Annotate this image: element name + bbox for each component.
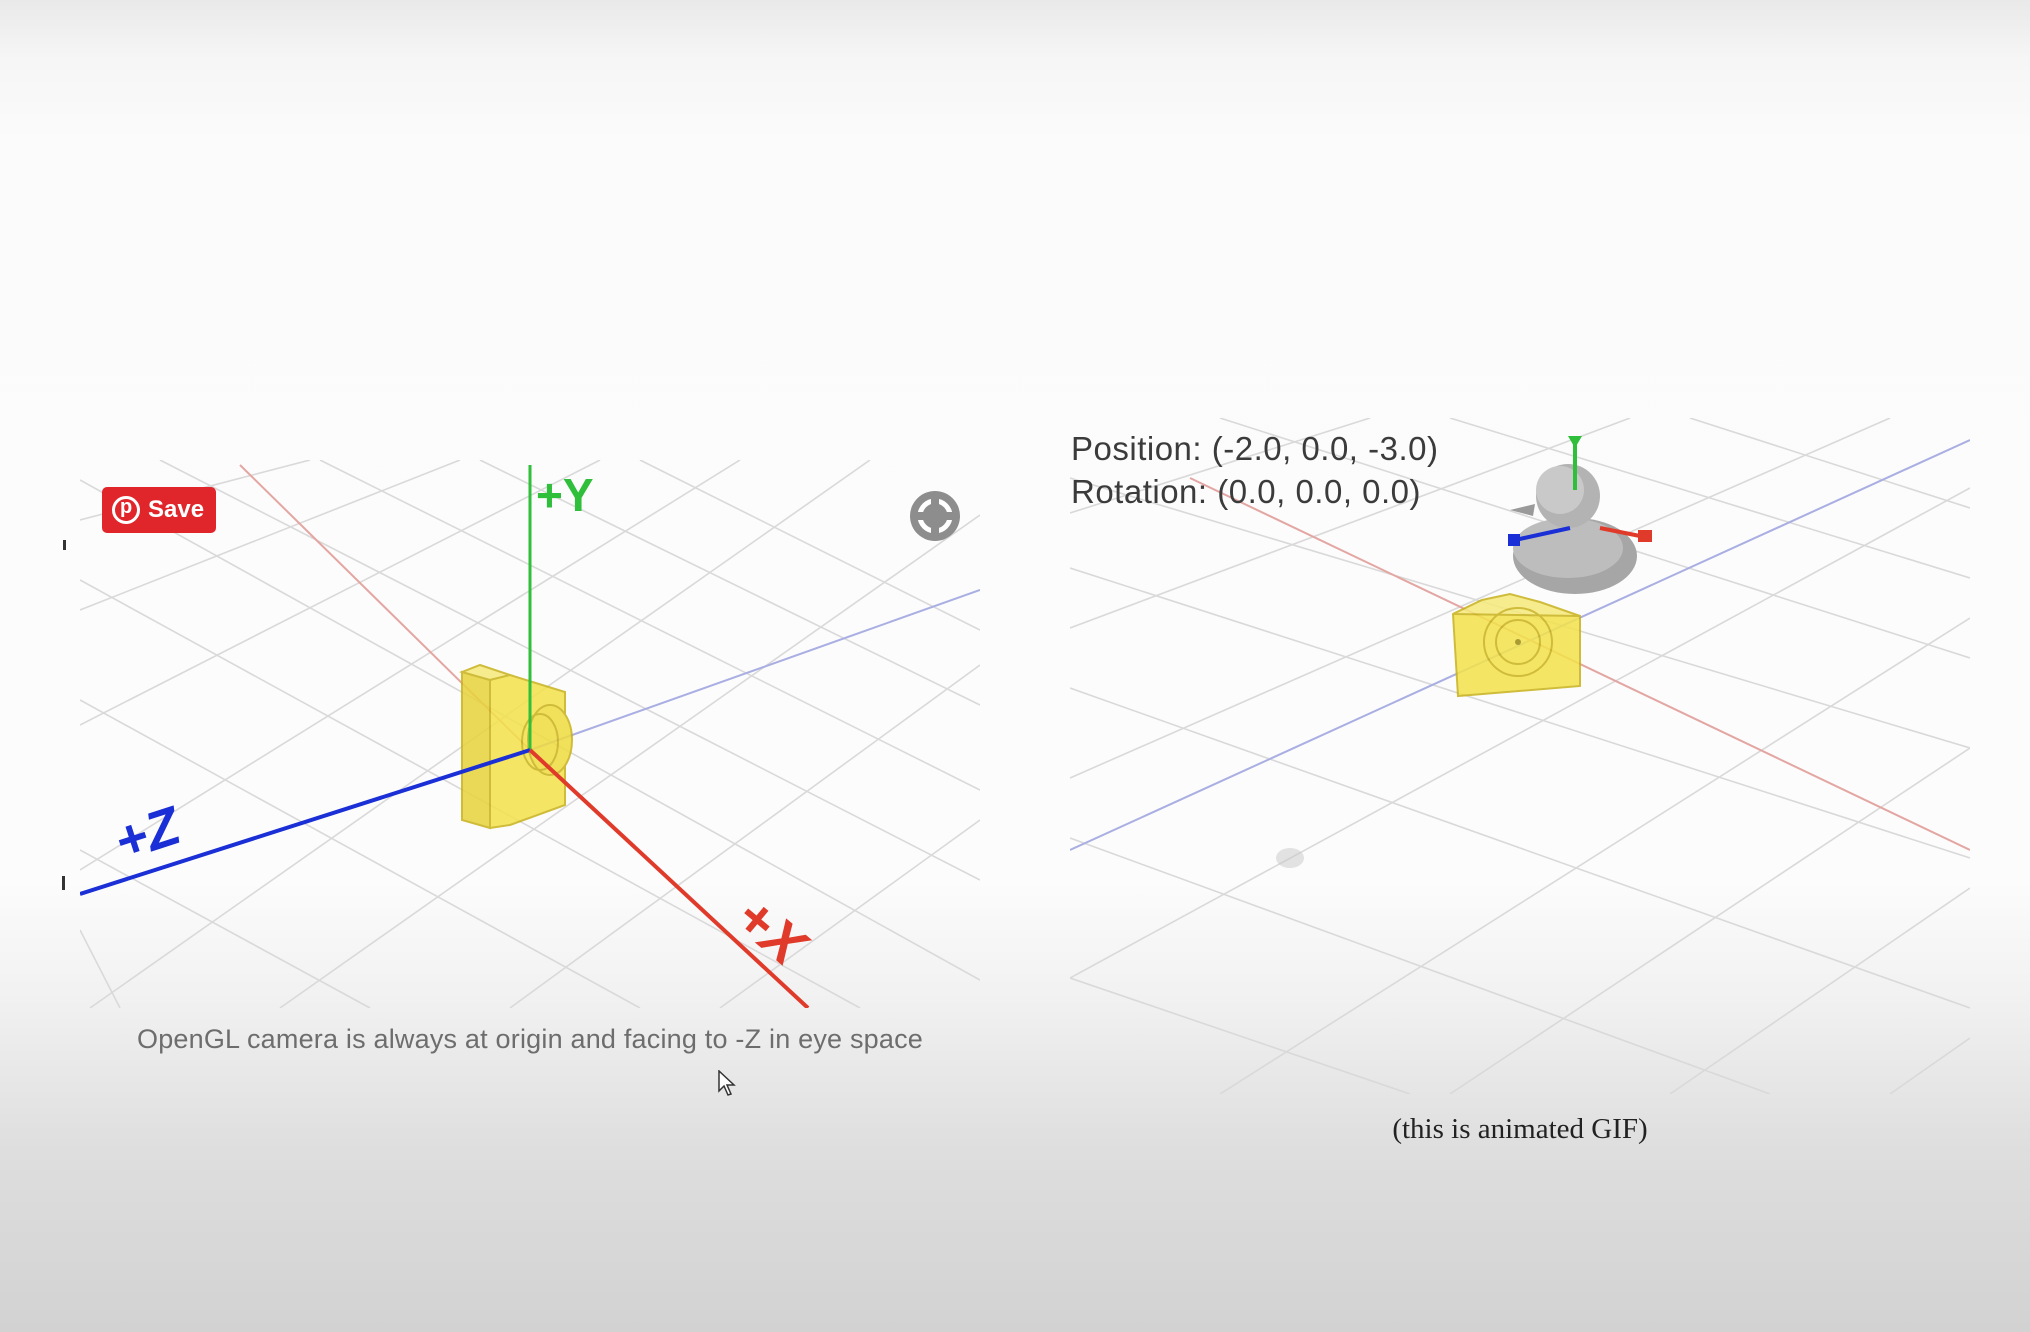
pinterest-icon [112, 496, 140, 524]
position-readout: Position: (-2.0, 0.0, -3.0) [1071, 430, 1439, 467]
pinterest-save-button[interactable]: Save [102, 487, 216, 533]
left-edge-mark [62, 876, 65, 890]
grid-floor [1070, 418, 1970, 1094]
fullscreen-target-icon[interactable] [907, 488, 963, 544]
duck-model [1508, 436, 1652, 594]
y-axis-label: +Y [536, 469, 594, 521]
right-figure-caption: (this is animated GIF) [1392, 1113, 1648, 1145]
rotation-readout: Rotation: (0.0, 0.0, 0.0) [1071, 473, 1422, 510]
z-axis-negative [529, 589, 980, 751]
save-button-label: Save [148, 496, 205, 523]
mouse-cursor-icon [718, 1070, 736, 1096]
right-3d-viewport [1070, 418, 1970, 1094]
left-3d-viewport [80, 460, 980, 1008]
camera-model [458, 663, 573, 830]
camera-model [1451, 592, 1581, 698]
left-edge-mark [63, 540, 66, 550]
left-figure-caption: OpenGL camera is always at origin and fa… [137, 1024, 923, 1054]
